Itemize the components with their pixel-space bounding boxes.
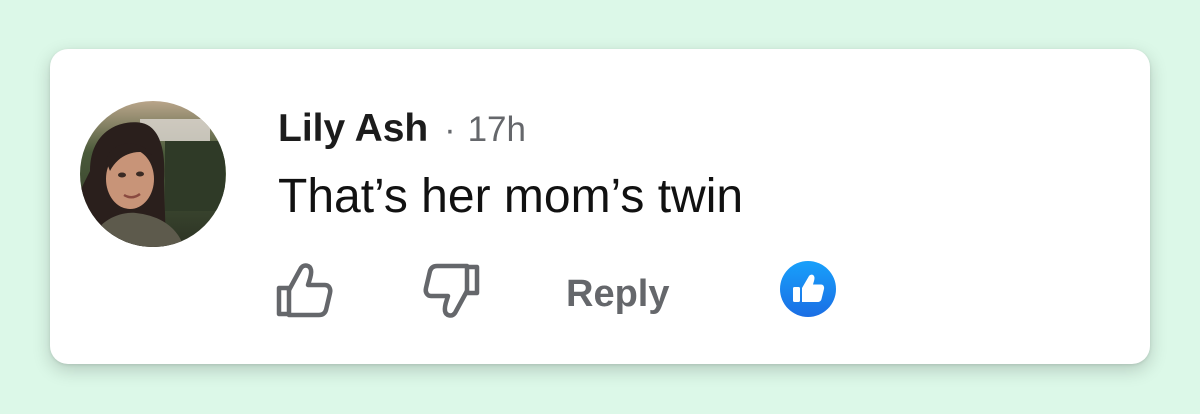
avatar[interactable] [80, 101, 226, 247]
avatar-photo [80, 101, 226, 247]
thumbs-down-outline-icon [423, 263, 480, 318]
like-reaction-icon [780, 261, 836, 317]
comment-card: Lily Ash · 17h That’s her mom’s twin Rep… [50, 49, 1150, 364]
separator-dot: · [444, 111, 456, 149]
dislike-button[interactable] [422, 261, 482, 321]
comment-text: That’s her mom’s twin [278, 170, 744, 223]
comment-timestamp[interactable]: 17h [468, 110, 526, 150]
like-button[interactable] [274, 260, 334, 320]
author-name[interactable]: Lily Ash [278, 107, 428, 151]
comment-header: Lily Ash · 17h [278, 107, 526, 151]
like-reaction-badge[interactable] [779, 260, 837, 318]
thumbs-up-outline-icon [276, 263, 333, 318]
reply-button[interactable]: Reply [566, 273, 669, 316]
